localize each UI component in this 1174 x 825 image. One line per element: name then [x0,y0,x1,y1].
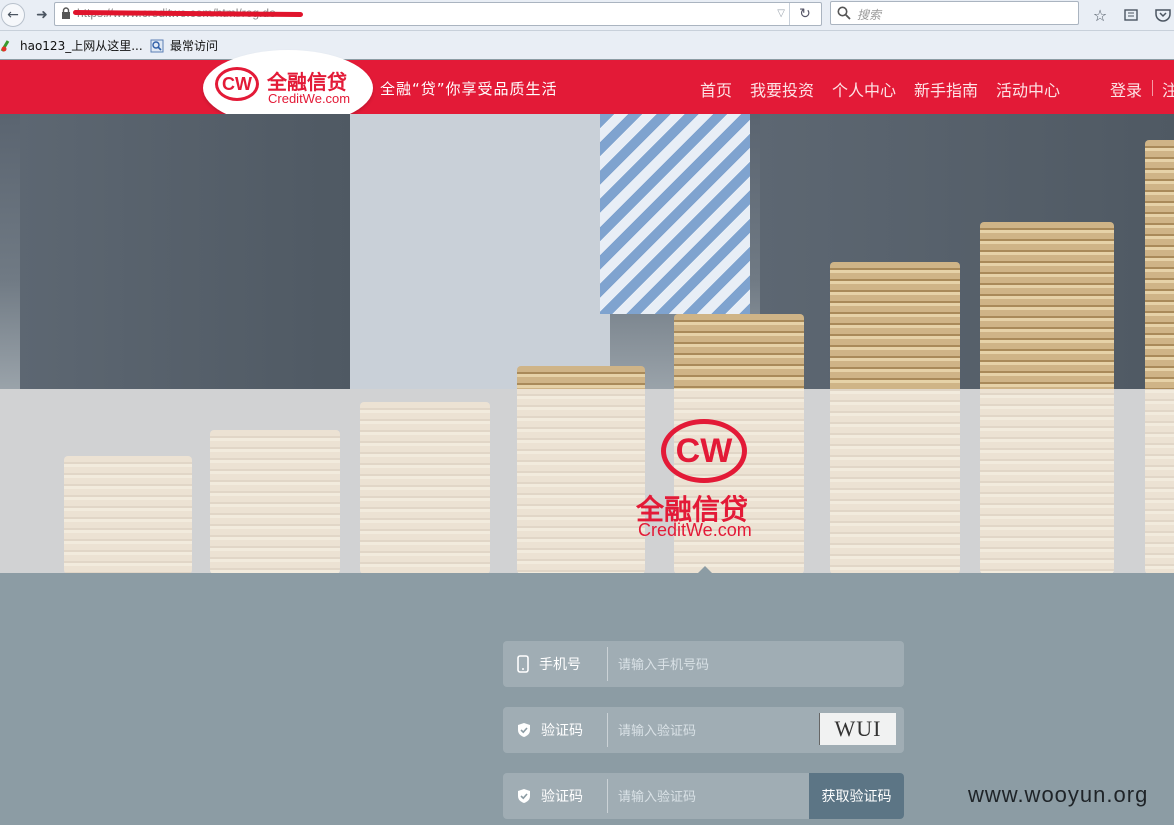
bookmarks-bar: hao123_上网从这里... 最常访问 [0,31,1174,59]
cw-logo-mark: CW [215,67,259,101]
nav-login[interactable]: 登录 [1110,77,1142,101]
hero-banner: CW 全融信贷 CreditWe.com [0,114,1174,573]
search-placeholder: 搜索 [857,8,882,22]
suit-left [20,114,350,389]
bookmark-star-icon[interactable]: ☆ [1089,4,1111,26]
phone-icon [517,655,529,673]
sms-label: 验证码 [541,789,583,805]
nav-invest[interactable]: 我要投资 [750,77,814,101]
phone-label-group: 手机号 [503,641,607,687]
captcha-image[interactable]: WUI [819,713,896,745]
nav-events[interactable]: 活动中心 [996,77,1060,101]
captcha-label-group: 验证码 [503,707,607,753]
back-icon[interactable]: ← [1,3,25,27]
address-bar[interactable]: https://www.creditwe.com/html/reg.do ▽ ↻ [54,2,822,26]
phone-field: 手机号 [503,641,904,689]
reload-icon[interactable]: ↻ [789,3,820,25]
dropdown-arrow-icon[interactable]: ▽ [777,8,785,19]
site-slogan: 全融“贷”你享受品质生活 [380,80,558,98]
lock-icon [62,7,70,19]
phone-input[interactable] [608,641,820,689]
captcha-label: 验证码 [541,723,583,739]
watermark: www.wooyun.org [968,782,1149,807]
browser-toolbar: ← ➜ https://www.creditwe.com/html/reg.do… [0,0,1174,31]
bookmark-label: 最常访问 [170,39,219,53]
captcha-input[interactable] [608,707,820,755]
nav-home[interactable]: 首页 [700,77,732,101]
captcha-field: 验证码 WUI [503,707,904,755]
most-visited-icon [150,39,164,52]
nav-register[interactable]: 注 [1162,77,1174,101]
bookmarks-menu-icon[interactable] [1120,4,1142,26]
phone-label: 手机号 [539,657,581,673]
shield-icon [518,789,530,803]
sms-code-input[interactable] [608,773,820,821]
bookmark-most-visited[interactable]: 最常访问 [150,37,218,54]
forward-icon[interactable]: ➜ [30,3,54,27]
search-box[interactable]: 搜索 [830,1,1079,25]
hero-logo-en: CreditWe.com [638,520,752,540]
nav-guide[interactable]: 新手指南 [914,77,978,101]
bookmark-label: hao123_上网从这里... [20,39,143,53]
tie [600,114,750,314]
nav-account[interactable]: 个人中心 [832,77,896,101]
hero-notch [697,566,713,574]
sms-label-group: 验证码 [503,773,607,819]
logo-name-en: CreditWe.com [268,91,351,106]
pocket-icon[interactable] [1152,4,1174,26]
hero-overlay [0,389,1174,573]
get-code-button[interactable]: 获取验证码 [809,773,904,819]
search-icon [837,6,851,20]
shield-icon [518,723,530,737]
hao123-icon [0,39,10,52]
nav-divider [1152,80,1153,96]
sms-code-field: 验证码 获取验证码 [503,773,904,821]
shirt [350,114,610,389]
bookmark-hao123[interactable]: hao123_上网从这里... [0,37,143,54]
hero-logo-mark: CW [661,419,747,483]
